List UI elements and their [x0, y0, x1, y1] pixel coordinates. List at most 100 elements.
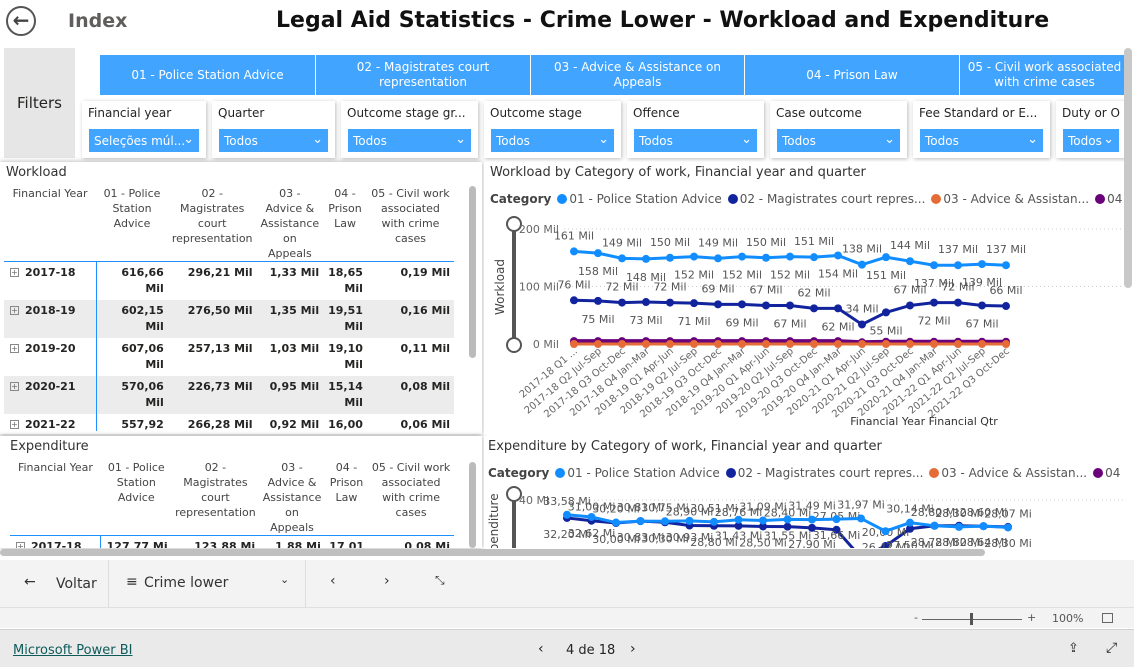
- column-header[interactable]: 03 - Advice & Assistance on Appeals: [257, 186, 324, 262]
- column-header[interactable]: 01 - Police Station Advice: [101, 460, 172, 536]
- category-button[interactable]: 04 - Prison Law: [745, 55, 960, 95]
- data-point: [808, 515, 816, 524]
- category-button[interactable]: 02 - Magistrates court representation: [316, 55, 531, 95]
- slicer-dropdown[interactable]: Todos ⌄: [490, 128, 615, 153]
- expand-icon[interactable]: +: [10, 306, 19, 315]
- page-vertical-scrollbar[interactable]: [1124, 48, 1132, 288]
- expand-icon[interactable]: +: [10, 344, 19, 353]
- data-point: [906, 340, 914, 348]
- column-header[interactable]: 05 - Civil work associated with crime ca…: [368, 460, 454, 536]
- table-row: +2018-19 602,15 Mil 276,50 Mil 1,35 Mil 19,5…: [4, 300, 454, 338]
- slicer-label: Outcome stage: [490, 106, 582, 120]
- column-header[interactable]: 02 - Magistrates court representation: [172, 460, 260, 536]
- footer-prev-page[interactable]: ‹: [538, 641, 544, 657]
- column-header[interactable]: 05 - Civil work associated with crime ca…: [367, 186, 454, 262]
- column-header[interactable]: Financial Year: [10, 460, 101, 536]
- power-bi-link[interactable]: Microsoft Power BI: [13, 643, 132, 658]
- table-cell: 257,13 Mil: [187, 342, 253, 355]
- chevron-down-icon[interactable]: ⌄: [280, 573, 289, 586]
- data-point: [642, 254, 650, 263]
- column-header[interactable]: 01 - Police Station Advice: [96, 186, 168, 262]
- footer: Microsoft Power BI ‹ 4 de 18 › ⇪ ⤢: [0, 629, 1134, 667]
- index-link[interactable]: Index: [68, 10, 127, 32]
- column-header[interactable]: 02 - Magistrates court representation: [168, 186, 257, 262]
- chevron-down-icon: ⌄: [455, 132, 466, 147]
- expand-icon[interactable]: +: [10, 268, 19, 277]
- data-point: [690, 299, 698, 308]
- x-axis-title: Financial Year Financial Qtr: [850, 415, 998, 428]
- data-point: [594, 340, 602, 348]
- data-point: [858, 260, 866, 269]
- data-point: [810, 253, 818, 262]
- workload-table-scrollbar[interactable]: [469, 186, 476, 358]
- page-horizontal-scrollbar[interactable]: [0, 549, 985, 556]
- data-label: 30,75 Mi: [641, 501, 689, 514]
- fit-to-page-icon[interactable]: [1102, 613, 1113, 623]
- data-point: [714, 340, 722, 348]
- data-label: 31,97 Mi: [837, 498, 885, 511]
- expenditure-line-chart: Expenditure 40 Mi32,20 Mi31,00 Mi30,00 Mi…: [487, 486, 1124, 548]
- zoom-in-button[interactable]: +: [1027, 611, 1036, 624]
- expenditure-table-scrollbar[interactable]: [469, 462, 476, 548]
- collapse-icon[interactable]: ⤡: [435, 573, 445, 588]
- workload-line-chart: Workload0 Mil100 Mil200 Mil2017-18 Q1 ..…: [493, 216, 1124, 428]
- slicer-dropdown[interactable]: Seleções múl... ⌄: [88, 128, 200, 153]
- slicer-dropdown[interactable]: Todos ⌄: [218, 128, 329, 153]
- expand-icon[interactable]: +: [10, 382, 19, 391]
- chevron-down-icon: ⌄: [598, 132, 609, 147]
- data-point: [612, 518, 620, 527]
- data-label: 28,64 Mi: [960, 536, 1008, 548]
- voltar-button[interactable]: Voltar: [56, 576, 97, 592]
- table-cell: 266,28 Mil: [187, 418, 253, 431]
- slicer-dropdown[interactable]: Todos ⌄: [347, 128, 472, 153]
- report-toolbar: ← Voltar ≡ Crime lower ⌄ ‹ › ⤡: [0, 560, 1134, 607]
- slicer-dropdown[interactable]: Todos ⌄: [633, 128, 758, 153]
- data-label: 34 Mil: [845, 302, 878, 315]
- back-button[interactable]: ←: [6, 6, 36, 36]
- data-label: 31,43 Mi: [715, 530, 763, 543]
- zoom-bar: - + 100%: [0, 607, 1134, 628]
- table-cell: 607,06 Mil: [121, 342, 164, 371]
- column-header[interactable]: 03 - Advice & Assistance on Appeals: [259, 460, 325, 536]
- data-label: 152 Mil: [722, 269, 762, 282]
- fullscreen-icon[interactable]: ⤢: [1106, 640, 1117, 656]
- data-label: 28,07 Mi: [984, 507, 1032, 520]
- table-cell: 557,92 Mil: [121, 418, 164, 431]
- slicer-value: Todos: [1068, 134, 1102, 148]
- next-page-button[interactable]: ›: [384, 573, 390, 589]
- data-point: [714, 300, 722, 309]
- data-point: [978, 340, 986, 348]
- footer-next-page[interactable]: ›: [630, 641, 636, 657]
- table-cell: 0,08 Mil: [366, 376, 454, 414]
- slicer-dropdown[interactable]: Todos ⌄: [919, 128, 1044, 153]
- category-button[interactable]: 03 - Advice & Assistance on Appeals: [531, 55, 745, 95]
- data-label: 72 Mil: [917, 315, 950, 328]
- back-arrow-icon[interactable]: ←: [24, 574, 36, 590]
- data-label: 149 Mil: [698, 236, 738, 249]
- data-label: 30,83 Mi: [617, 531, 665, 544]
- share-icon[interactable]: ⇪: [1068, 641, 1079, 656]
- data-label: 158 Mil: [578, 265, 618, 278]
- previous-page-button[interactable]: ‹: [330, 573, 336, 589]
- data-point: [666, 253, 674, 262]
- table-cell: 570,06 Mil: [96, 376, 168, 414]
- table-row: +2021-22 557,92 Mil 266,28 Mil 0,92 Mil 16,0…: [4, 414, 454, 431]
- data-label: 150 Mil: [650, 236, 690, 249]
- category-button[interactable]: 01 - Police Station Advice: [100, 55, 316, 95]
- data-point: [594, 249, 602, 258]
- expand-icon[interactable]: +: [10, 420, 19, 429]
- column-header[interactable]: Financial Year: [4, 186, 96, 262]
- slicer-dropdown[interactable]: Todos ⌄: [776, 128, 901, 153]
- column-header[interactable]: 04 - Prison Law: [325, 460, 368, 536]
- zoom-slider-thumb[interactable]: [970, 613, 973, 625]
- zoom-out-button[interactable]: -: [914, 611, 918, 624]
- category-button[interactable]: 05 - Civil work associated with crime ca…: [960, 55, 1130, 95]
- slicer-6: Fee Standard or E... Todos ⌄: [913, 101, 1050, 158]
- expand-icon[interactable]: +: [16, 542, 25, 548]
- row-year: 2019-20: [25, 342, 76, 355]
- data-point: [661, 517, 669, 526]
- page-selector[interactable]: Crime lower: [144, 575, 228, 591]
- column-header[interactable]: 04 - Prison Law: [323, 186, 367, 262]
- slicer-value: Todos: [925, 134, 959, 148]
- slicer-dropdown[interactable]: Todos ⌄: [1062, 128, 1120, 153]
